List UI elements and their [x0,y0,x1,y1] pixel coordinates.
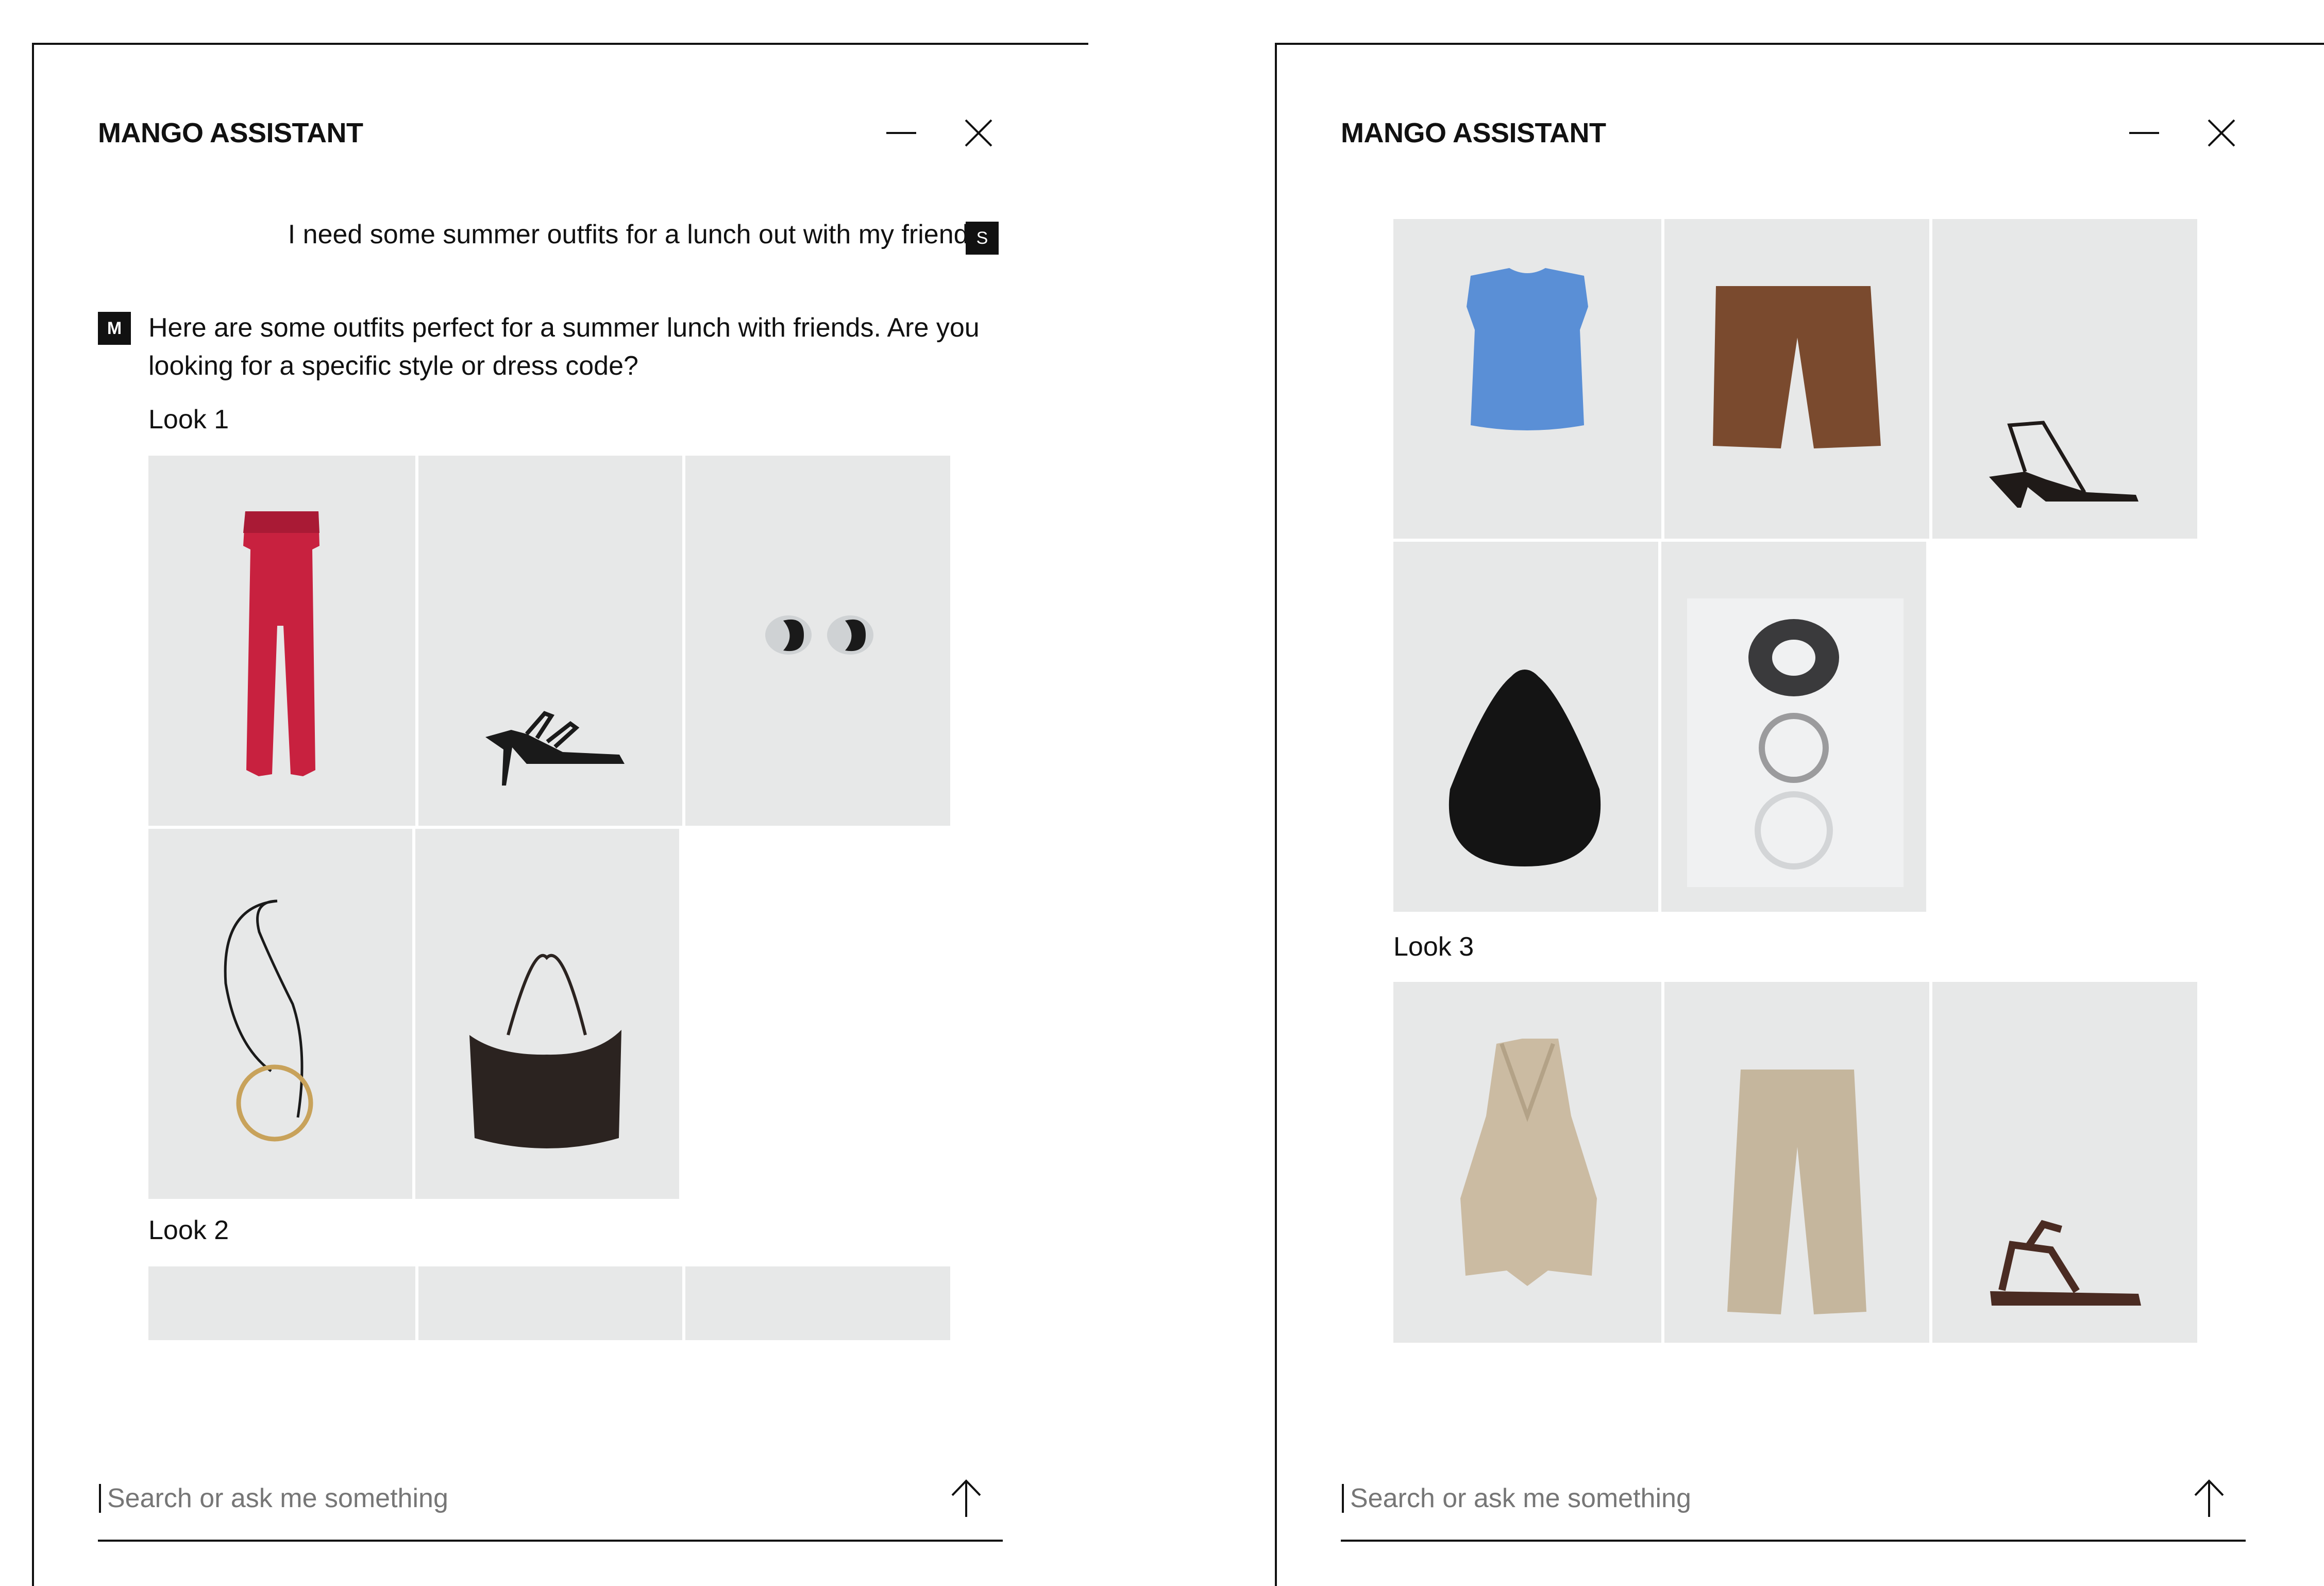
close-button[interactable] [2204,116,2238,150]
blue-top-image [1467,268,1588,430]
product-flat-sandal[interactable] [1932,982,2197,1343]
search-bar [98,1473,1003,1542]
woven-bag-image [1449,670,1601,866]
bag-image [469,954,621,1148]
look-3-label: Look 3 [1393,932,1474,962]
product-woven-bag[interactable] [1393,542,1658,912]
minimize-icon [2129,132,2159,134]
arrow-up-icon [951,1479,981,1517]
jumpsuit-image [243,511,319,776]
product-blue-top[interactable] [1393,219,1661,539]
minimize-icon [886,132,916,134]
product-halter-waistcoat[interactable] [1393,982,1661,1343]
product-strappy-heel[interactable] [418,456,682,826]
shorts-image [1713,286,1881,448]
panel-title: MANGO ASSISTANT [98,118,363,148]
bangles-image [1687,598,1904,887]
user-message: I need some summer outfits for a lunch o… [288,220,976,249]
product-bangles[interactable] [1661,542,1926,912]
earrings-image [765,615,873,655]
assistant-panel-left: MANGO ASSISTANT I need some summer outfi… [32,43,1088,1586]
search-bar [1341,1473,2246,1542]
trousers-image [1727,1070,1866,1314]
product-red-jumpsuit[interactable] [148,456,415,826]
assistant-panel-right: MANGO ASSISTANT Look 3 Search or ask me … [1275,43,2324,1586]
assistant-message: Here are some outfits perfect for a summ… [148,313,980,381]
look-2-label: Look 2 [148,1215,229,1245]
search-input[interactable] [98,1473,922,1524]
waistcoat-image [1460,1039,1597,1286]
minimize-button[interactable] [2127,116,2161,150]
panel-title: MANGO ASSISTANT [1341,118,1606,148]
look-1-label: Look 1 [148,405,229,435]
arrow-up-icon [2194,1479,2224,1517]
minimize-button[interactable] [884,116,918,150]
product-beige-trousers[interactable] [1664,982,1929,1343]
product-brown-shorts[interactable] [1664,219,1929,539]
heel-sandal-image [485,711,625,786]
send-button[interactable] [948,1478,984,1519]
close-icon [2208,119,2235,147]
product-cord-necklace[interactable] [148,829,412,1199]
close-icon [965,119,992,147]
kitten-heel-image [1989,421,2138,508]
product-shoulder-bag[interactable] [415,829,679,1199]
close-button[interactable] [962,116,996,150]
product-silver-earrings[interactable] [685,456,950,826]
product-kitten-heel-sandal[interactable] [1932,219,2197,539]
product-tile[interactable] [685,1266,950,1340]
necklace-image [224,899,313,1142]
send-button[interactable] [2191,1478,2227,1519]
assistant-avatar: M [98,312,131,345]
product-tile[interactable] [418,1266,682,1340]
search-input[interactable] [1341,1473,2165,1524]
user-avatar: S [966,222,999,255]
product-tile[interactable] [148,1266,415,1340]
flat-sandal-image [1990,1220,2141,1306]
